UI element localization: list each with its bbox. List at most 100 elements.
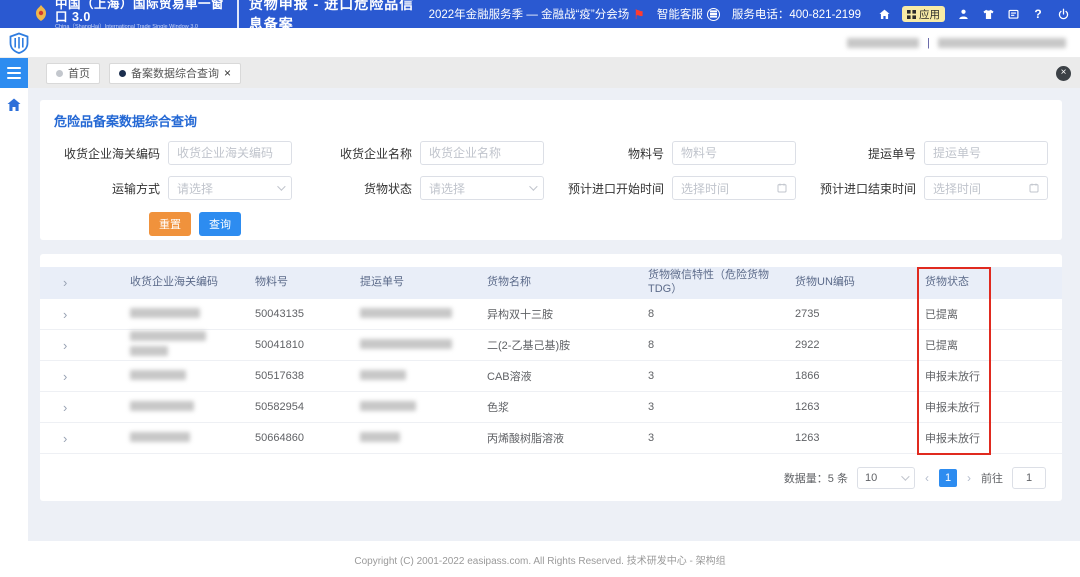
single-window-app: 中国（上海）国际贸易单一窗口 3.0 China（ShangHai）Intern… bbox=[0, 0, 1080, 577]
tab-dot bbox=[56, 70, 63, 77]
consignee-code-redacted bbox=[130, 370, 186, 380]
cell-status: 申报未放行 bbox=[915, 368, 1062, 384]
top-header-right: 2022年金融服务季 — 金融战“疫”分会场 ⚑ 智能客服 服务电话：400-8… bbox=[429, 6, 1070, 22]
calendar-icon bbox=[777, 183, 787, 193]
row-expand-icon[interactable]: › bbox=[53, 369, 120, 384]
consignee-code-redacted bbox=[130, 432, 190, 442]
tab-home[interactable]: 首页 bbox=[46, 63, 100, 84]
apps-button[interactable]: 应用 bbox=[902, 6, 945, 22]
close-all-tabs-button[interactable]: × bbox=[1056, 66, 1071, 81]
pagination: 数据量：5 条 10 ‹ 1 › 前往 bbox=[40, 467, 1046, 489]
col-bl-no: 提运单号 bbox=[350, 276, 477, 290]
table-row: › 50664860 丙烯酸树脂溶液 3 1263 申报未放行 bbox=[40, 423, 1062, 454]
header-icon-cluster: 应用 ? bbox=[877, 6, 1070, 22]
user-info-separator: | bbox=[927, 37, 930, 49]
calendar-icon bbox=[1029, 183, 1039, 193]
bl-no-redacted bbox=[360, 432, 400, 442]
sidebar-home-icon[interactable] bbox=[6, 97, 22, 113]
theme-shirt-icon[interactable] bbox=[981, 7, 995, 21]
bl-no-input[interactable] bbox=[924, 141, 1048, 165]
cell-cargo-name: CAB溶液 bbox=[477, 368, 638, 384]
promo-banner-link[interactable]: 2022年金融服务季 — 金融战“疫”分会场 ⚑ bbox=[429, 6, 645, 22]
table-row: › 50517638 CAB溶液 3 1866 申报未放行 bbox=[40, 361, 1062, 392]
import-start-date-picker[interactable]: 选择时间 bbox=[672, 176, 796, 200]
transport-mode-select[interactable]: 请选择 bbox=[168, 176, 292, 200]
cell-material-no: 50517638 bbox=[245, 370, 350, 382]
chevron-down-icon bbox=[901, 472, 909, 480]
consignee-code-redacted bbox=[130, 308, 200, 318]
col-tdg: 货物微信特性（危险货物TDG） bbox=[638, 269, 785, 297]
top-header-bar: 中国（上海）国际贸易单一窗口 3.0 China（ShangHai）Intern… bbox=[0, 0, 1080, 28]
consignee-customs-code-input[interactable] bbox=[168, 141, 292, 165]
query-form: 收货企业海关编码 收货企业名称 物料号 提运单号 运输方式 bbox=[54, 141, 1048, 200]
cell-un-code: 1263 bbox=[785, 432, 915, 444]
chevron-down-icon bbox=[529, 182, 537, 190]
field-label-cargo-status: 货物状态 bbox=[306, 180, 412, 197]
cell-tdg: 3 bbox=[638, 370, 785, 382]
cell-status: 已提离 bbox=[915, 306, 1062, 322]
col-cargo-status: 货物状态 bbox=[915, 276, 1062, 290]
col-un-code: 货物UN编码 bbox=[785, 276, 915, 290]
cell-un-code: 1866 bbox=[785, 370, 915, 382]
menu-toggle-button[interactable] bbox=[0, 58, 28, 88]
expand-all-icon[interactable]: › bbox=[53, 275, 120, 291]
cell-un-code: 1263 bbox=[785, 401, 915, 413]
results-table-panel: › 收货企业海关编码 物料号 提运单号 货物名称 货物微信特性（危险货物TDG）… bbox=[40, 254, 1062, 501]
prev-page-button[interactable]: ‹ bbox=[924, 471, 930, 485]
help-icon[interactable]: ? bbox=[1031, 7, 1045, 21]
next-page-button[interactable]: › bbox=[966, 471, 972, 485]
cell-material-no: 50041810 bbox=[245, 339, 350, 351]
cell-cargo-name: 色浆 bbox=[477, 399, 638, 415]
secondary-header-bar: | bbox=[0, 28, 1080, 58]
sidebar bbox=[0, 88, 28, 541]
headset-icon bbox=[707, 8, 720, 21]
table-header-row: › 收货企业海关编码 物料号 提运单号 货物名称 货物微信特性（危险货物TDG）… bbox=[40, 267, 1062, 299]
chevron-down-icon bbox=[277, 182, 285, 190]
home-icon[interactable] bbox=[877, 7, 891, 21]
easipass-shield-logo bbox=[8, 32, 30, 54]
cell-material-no: 50664860 bbox=[245, 432, 350, 444]
table-row: › 50582954 色浆 3 1263 申报未放行 bbox=[40, 392, 1062, 423]
bl-no-redacted bbox=[360, 401, 416, 411]
bl-no-redacted bbox=[360, 370, 406, 380]
import-end-date-picker[interactable]: 选择时间 bbox=[924, 176, 1048, 200]
field-label-consignee-name: 收货企业名称 bbox=[306, 145, 412, 162]
brand: 中国（上海）国际贸易单一窗口 3.0 China（ShangHai）Intern… bbox=[33, 0, 227, 30]
promo-banner-text: 2022年金融服务季 — 金融战“疫”分会场 bbox=[429, 6, 630, 22]
power-icon[interactable] bbox=[1056, 7, 1070, 21]
search-button[interactable]: 查询 bbox=[199, 212, 241, 236]
material-no-input[interactable] bbox=[672, 141, 796, 165]
row-expand-icon[interactable]: › bbox=[53, 307, 120, 322]
row-expand-icon[interactable]: › bbox=[53, 400, 120, 415]
cell-material-no: 50043135 bbox=[245, 308, 350, 320]
cell-tdg: 3 bbox=[638, 401, 785, 413]
col-material-no: 物料号 bbox=[245, 276, 350, 290]
apps-button-label: 应用 bbox=[919, 7, 940, 22]
tab-record-query[interactable]: 备案数据综合查询 × bbox=[109, 63, 241, 84]
row-expand-icon[interactable]: › bbox=[53, 338, 120, 353]
tab-bar: 首页 备案数据综合查询 × × bbox=[0, 58, 1080, 88]
workspace-icon[interactable] bbox=[1006, 7, 1020, 21]
tab-close-icon[interactable]: × bbox=[224, 67, 231, 79]
page-1-button[interactable]: 1 bbox=[939, 469, 957, 487]
flag-icon: ⚑ bbox=[633, 8, 645, 21]
cell-tdg: 8 bbox=[638, 339, 785, 351]
cell-un-code: 2922 bbox=[785, 339, 915, 351]
reset-button[interactable]: 重置 bbox=[149, 212, 191, 236]
field-label-transport-mode: 运输方式 bbox=[54, 180, 160, 197]
cell-cargo-name: 二(2-乙基己基)胺 bbox=[477, 337, 638, 353]
consignee-name-input[interactable] bbox=[420, 141, 544, 165]
national-emblem-icon bbox=[33, 4, 49, 24]
footer: Copyright (C) 2001-2022 easipass.com. Al… bbox=[0, 541, 1080, 577]
row-expand-icon[interactable]: › bbox=[53, 431, 120, 446]
consignee-code-redacted bbox=[130, 401, 194, 411]
goto-page-input[interactable] bbox=[1012, 467, 1046, 489]
smart-service-link[interactable]: 智能客服 bbox=[657, 6, 720, 22]
page-size-select[interactable]: 10 bbox=[857, 467, 915, 489]
cell-un-code: 2735 bbox=[785, 308, 915, 320]
cell-status: 已提离 bbox=[915, 337, 1062, 353]
field-label-consignee-code: 收货企业海关编码 bbox=[54, 145, 160, 162]
user-icon[interactable] bbox=[956, 7, 970, 21]
grid-icon bbox=[907, 10, 916, 19]
cargo-status-select[interactable]: 请选择 bbox=[420, 176, 544, 200]
